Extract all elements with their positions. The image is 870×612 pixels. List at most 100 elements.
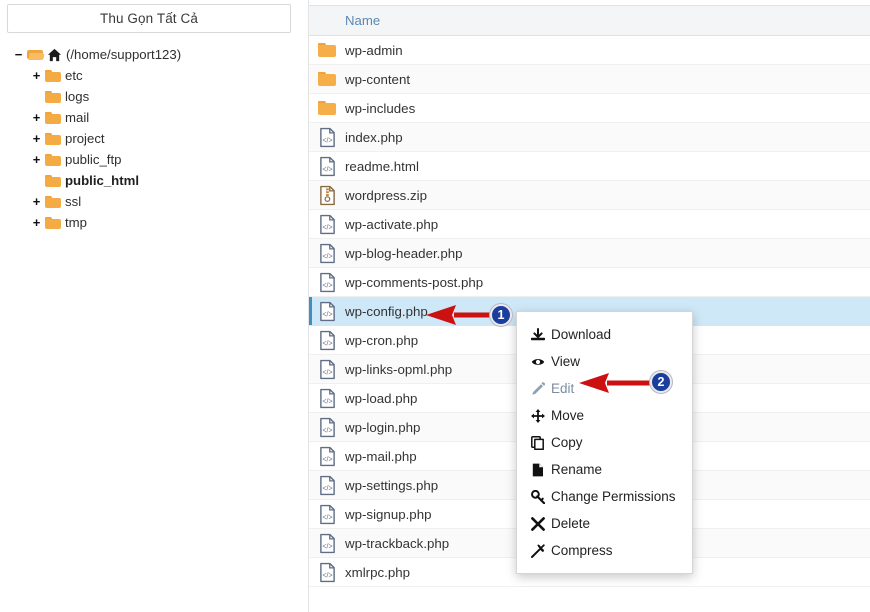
svg-text:</>: </> bbox=[322, 339, 332, 347]
tree-item-logs[interactable]: logs bbox=[0, 86, 302, 107]
svg-text:</>: </> bbox=[322, 426, 332, 434]
tree-expand-icon[interactable]: + bbox=[30, 132, 43, 145]
file-name: wp-config.php bbox=[345, 303, 428, 319]
key-icon bbox=[531, 489, 551, 504]
svg-text:</>: </> bbox=[322, 368, 332, 376]
tree-item-ssl[interactable]: + ssl bbox=[0, 191, 302, 212]
annotation-badge-1-number: 1 bbox=[497, 308, 505, 322]
svg-text:</>: </> bbox=[322, 397, 332, 405]
directory-tree: − (/home/support123) + etc logs + mail + project… bbox=[0, 44, 302, 233]
table-row[interactable]: wp-admin bbox=[309, 36, 870, 65]
file-name: readme.html bbox=[345, 158, 419, 174]
file-name: wp-comments-post.php bbox=[345, 274, 484, 290]
tree-collapse-icon[interactable]: − bbox=[12, 48, 25, 61]
table-row[interactable]: </> wp-activate.php bbox=[309, 210, 870, 239]
x-mark-icon bbox=[531, 516, 551, 531]
menu-item-label: Change Permissions bbox=[551, 489, 676, 504]
tree-item-label: public_ftp bbox=[65, 152, 122, 167]
menu-item-view[interactable]: View bbox=[517, 348, 692, 375]
folder-icon bbox=[45, 195, 61, 208]
table-row[interactable]: </> readme.html bbox=[309, 152, 870, 181]
table-row[interactable]: wp-content bbox=[309, 65, 870, 94]
copy-icon bbox=[531, 435, 551, 450]
menu-item-copy[interactable]: Copy bbox=[517, 429, 692, 456]
file-name: wp-activate.php bbox=[345, 216, 439, 232]
table-row[interactable]: wp-includes bbox=[309, 94, 870, 123]
menu-item-rename[interactable]: Rename bbox=[517, 456, 692, 483]
file-name: wp-mail.php bbox=[345, 448, 417, 464]
file-name: wp-load.php bbox=[345, 390, 418, 406]
folder-icon bbox=[45, 132, 61, 145]
code-file-icon: </> bbox=[309, 127, 345, 148]
tree-expand-icon[interactable]: + bbox=[30, 195, 43, 208]
code-file-icon: </> bbox=[309, 359, 345, 380]
file-name: index.php bbox=[345, 129, 403, 145]
table-row[interactable]: </> wp-blog-header.php bbox=[309, 239, 870, 268]
table-row[interactable]: </> index.php bbox=[309, 123, 870, 152]
file-name: wp-blog-header.php bbox=[345, 245, 463, 261]
menu-item-compress[interactable]: Compress bbox=[517, 537, 692, 564]
menu-item-change-permissions[interactable]: Change Permissions bbox=[517, 483, 692, 510]
tree-item-public_ftp[interactable]: + public_ftp bbox=[0, 149, 302, 170]
tree-item-etc[interactable]: + etc bbox=[0, 65, 302, 86]
tree-item-tmp[interactable]: + tmp bbox=[0, 212, 302, 233]
svg-text:</>: </> bbox=[322, 542, 332, 550]
menu-item-move[interactable]: Move bbox=[517, 402, 692, 429]
code-file-icon: </> bbox=[309, 301, 345, 322]
svg-text:</>: </> bbox=[322, 252, 332, 260]
svg-text:</>: </> bbox=[322, 136, 332, 144]
svg-text:</>: </> bbox=[322, 223, 332, 231]
menu-item-delete[interactable]: Delete bbox=[517, 510, 692, 537]
annotation-badge-1: 1 bbox=[490, 304, 512, 326]
directory-tree-panel: Thu Gọn Tất Cả − (/home/support123) + etc lo… bbox=[0, 0, 302, 612]
folder-icon bbox=[309, 72, 345, 86]
menu-item-label: Compress bbox=[551, 543, 613, 558]
home-icon bbox=[47, 48, 62, 62]
file-name: wp-settings.php bbox=[345, 477, 439, 493]
code-file-icon: </> bbox=[309, 475, 345, 496]
tree-item-home-support123[interactable]: − (/home/support123) bbox=[0, 44, 302, 65]
file-name: xmlrpc.php bbox=[345, 564, 411, 580]
svg-text:</>: </> bbox=[322, 571, 332, 579]
menu-item-label: Delete bbox=[551, 516, 591, 531]
annotation-badge-2-number: 2 bbox=[657, 375, 665, 389]
folder-icon bbox=[45, 69, 61, 82]
file-name: wp-admin bbox=[345, 42, 403, 58]
eye-icon bbox=[531, 355, 551, 369]
menu-item-label: Copy bbox=[551, 435, 583, 450]
file-name: wp-login.php bbox=[345, 419, 421, 435]
folder-icon bbox=[45, 174, 61, 187]
file-name: wp-content bbox=[345, 71, 411, 87]
file-name: wp-signup.php bbox=[345, 506, 432, 522]
tree-item-label: logs bbox=[65, 89, 90, 104]
table-row[interactable]: </> wp-comments-post.php bbox=[309, 268, 870, 297]
tree-item-project[interactable]: + project bbox=[0, 128, 302, 149]
code-file-icon: </> bbox=[309, 243, 345, 264]
menu-item-label: Download bbox=[551, 327, 612, 342]
folder-icon bbox=[309, 43, 345, 57]
file-context-menu: Download View Edit Move Copy Rename Change Per… bbox=[516, 311, 693, 574]
svg-text:</>: </> bbox=[322, 484, 332, 492]
file-manager-screen: Thu Gọn Tất Cả − (/home/support123) + etc lo… bbox=[0, 0, 870, 612]
tree-item-public_html[interactable]: public_html bbox=[0, 170, 302, 191]
compress-icon bbox=[531, 543, 551, 558]
code-file-icon: </> bbox=[309, 272, 345, 293]
code-file-icon: </> bbox=[309, 533, 345, 554]
menu-item-download[interactable]: Download bbox=[517, 321, 692, 348]
code-file-icon: </> bbox=[309, 388, 345, 409]
tree-item-label: project bbox=[65, 131, 105, 146]
folder-icon bbox=[45, 90, 61, 103]
table-row[interactable]: wordpress.zip bbox=[309, 181, 870, 210]
tree-expand-icon[interactable]: + bbox=[30, 153, 43, 166]
move-arrows-icon bbox=[531, 408, 551, 423]
column-header-name[interactable]: Name bbox=[345, 13, 380, 28]
file-name: wp-cron.php bbox=[345, 332, 419, 348]
folder-icon bbox=[309, 101, 345, 115]
tree-expand-icon[interactable]: + bbox=[30, 69, 43, 82]
code-file-icon: </> bbox=[309, 214, 345, 235]
menu-item-label: Move bbox=[551, 408, 585, 423]
tree-item-mail[interactable]: + mail bbox=[0, 107, 302, 128]
collapse-all-button[interactable]: Thu Gọn Tất Cả bbox=[7, 4, 291, 33]
tree-expand-icon[interactable]: + bbox=[30, 111, 43, 124]
tree-expand-icon[interactable]: + bbox=[30, 216, 43, 229]
